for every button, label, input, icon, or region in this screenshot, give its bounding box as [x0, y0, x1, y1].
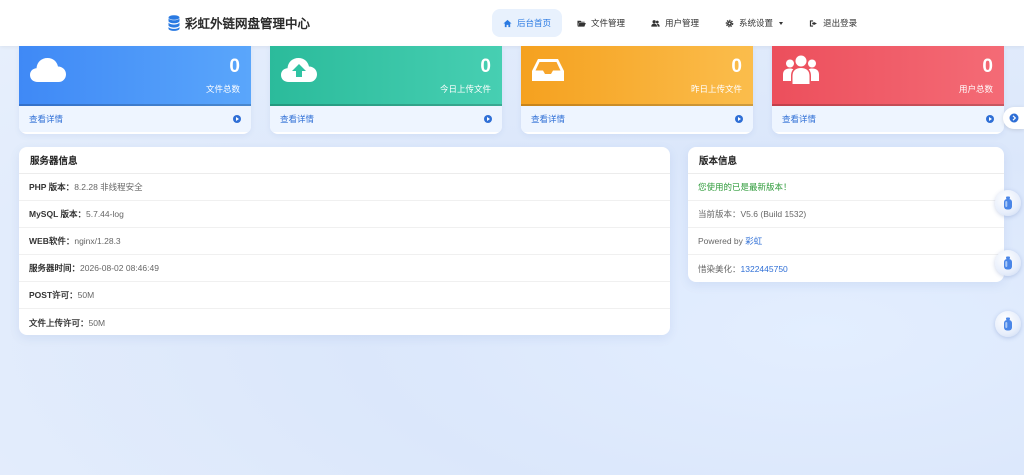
view-details-label: 查看详情: [280, 114, 315, 124]
bottle-icon: [1004, 317, 1012, 331]
info-row-post: POST许可： 50M: [19, 282, 670, 309]
powered-by-link[interactable]: 彩虹: [745, 235, 762, 247]
info-key: MySQL 版本：: [29, 209, 86, 219]
stat-card-header: 0 昨日上传文件: [521, 46, 753, 106]
side-expand-tab[interactable]: [1003, 107, 1024, 129]
view-details-label: 查看详情: [29, 114, 64, 124]
bottle-icon: [1004, 196, 1012, 210]
view-details-link[interactable]: 查看详情: [521, 106, 753, 132]
bottle-icon: [1004, 256, 1012, 270]
info-row-php: PHP 版本： 8.2.28 非线程安全: [19, 174, 670, 201]
info-key: WEB软件：: [29, 236, 75, 246]
arrow-circle-right-icon: [233, 115, 241, 123]
info-value: 2026-08-02 08:46:49: [80, 263, 159, 273]
info-key: POST许可：: [29, 290, 78, 300]
nav-item-label: 后台首页: [517, 18, 552, 28]
view-details-label: 查看详情: [782, 114, 817, 124]
float-tool-button[interactable]: [995, 250, 1021, 276]
stat-value: 0: [731, 56, 742, 77]
info-value: 8.2.28 非线程安全: [74, 182, 143, 192]
theme-credit-link[interactable]: 1322445750: [741, 264, 788, 274]
info-value: 50M: [77, 290, 95, 300]
info-value: 50M: [88, 317, 106, 328]
nav-item-home[interactable]: 后台首页: [492, 9, 563, 37]
stat-card-header: 0 用户总数: [772, 46, 1004, 106]
stat-value: 0: [480, 56, 491, 77]
chevron-right-circle-icon: [1009, 113, 1018, 123]
cloud-upload-icon: [281, 58, 317, 82]
nav-item-logout[interactable]: 退出登录: [798, 9, 868, 37]
stat-card-header: 0 文件总数: [19, 46, 251, 106]
info-row-mysql: MySQL 版本： 5.7.44-log: [19, 201, 670, 228]
stat-value: 0: [229, 56, 240, 77]
current-version-value: V5.6 (Build 1532): [740, 209, 807, 219]
view-details-link[interactable]: 查看详情: [270, 106, 502, 132]
view-details-link[interactable]: 查看详情: [19, 106, 251, 132]
info-row-web: WEB软件： nginx/1.28.3: [19, 228, 670, 255]
cloud-icon: [30, 58, 66, 82]
powered-by-label: Powered by: [698, 236, 746, 246]
info-row-upload: 文件上传许可： 50M: [19, 309, 670, 335]
top-navbar: 彩虹外链网盘管理中心 后台首页 文件管理 用户管理 系统设置 退出登录: [0, 0, 1024, 46]
nav-item-label: 系统设置: [739, 18, 774, 28]
stat-label: 今日上传文件: [439, 84, 491, 94]
sign-out-icon: [809, 19, 817, 27]
float-tool-button[interactable]: [995, 311, 1021, 337]
info-value: nginx/1.28.3: [74, 236, 121, 246]
stat-value: 0: [982, 56, 993, 77]
info-key: 文件上传许可：: [29, 317, 89, 328]
nav-item-files[interactable]: 文件管理: [566, 9, 636, 37]
folder-open-icon: [577, 20, 586, 27]
arrow-circle-right-icon: [735, 115, 743, 123]
nav-item-label: 退出登录: [823, 18, 858, 28]
brand-title: 彩虹外链网盘管理中心: [185, 17, 311, 31]
brand[interactable]: 彩虹外链网盘管理中心: [168, 13, 310, 32]
arrow-circle-right-icon: [986, 115, 994, 123]
version-latest-row: 您使用的已是最新版本！: [688, 174, 1004, 201]
stat-label: 文件总数: [205, 84, 240, 94]
latest-version-message: 您使用的已是最新版本！: [698, 182, 792, 192]
stat-label: 昨日上传文件: [690, 84, 742, 94]
nav-item-users[interactable]: 用户管理: [640, 9, 710, 37]
stat-label: 用户总数: [958, 84, 993, 94]
server-info-panel: 服务器信息 PHP 版本： 8.2.28 非线程安全 MySQL 版本： 5.7…: [19, 147, 670, 335]
view-details-label: 查看详情: [531, 114, 566, 124]
theme-credit-row: 惜染美化： 1322445750: [688, 255, 1004, 282]
main-nav: 后台首页 文件管理 用户管理 系统设置 退出登录: [492, 9, 872, 37]
current-version-label: 当前版本：: [698, 209, 741, 219]
info-key: 服务器时间：: [29, 263, 81, 273]
panel-title: 版本信息: [688, 147, 1004, 174]
users-icon: [651, 19, 660, 27]
chevron-down-icon: [779, 21, 784, 25]
nav-item-label: 用户管理: [665, 18, 700, 28]
nav-item-settings[interactable]: 系统设置: [714, 9, 794, 37]
stat-card-users: 0 用户总数 查看详情: [772, 46, 1004, 134]
version-current-row: 当前版本： V5.6 (Build 1532): [688, 201, 1004, 228]
info-row-time: 服务器时间： 2026-08-02 08:46:49: [19, 255, 670, 282]
panel-title: 服务器信息: [19, 147, 670, 174]
info-key: PHP 版本：: [29, 182, 75, 192]
inbox-icon: [532, 59, 564, 81]
float-tool-button[interactable]: [995, 190, 1021, 216]
view-details-link[interactable]: 查看详情: [772, 106, 1004, 132]
version-info-panel: 版本信息 您使用的已是最新版本！ 当前版本： V5.6 (Build 1532)…: [688, 147, 1004, 282]
powered-by-row: Powered by 彩虹: [688, 228, 1004, 255]
stat-card-yesterday-uploads: 0 昨日上传文件 查看详情: [521, 46, 753, 134]
theme-credit-label: 惜染美化：: [698, 263, 741, 274]
stat-card-today-uploads: 0 今日上传文件 查看详情: [270, 46, 502, 134]
stat-card-header: 0 今日上传文件: [270, 46, 502, 106]
home-icon: [503, 19, 512, 27]
gear-icon: [725, 19, 734, 27]
database-icon: [168, 14, 180, 31]
users-icon: [783, 55, 819, 84]
arrow-circle-right-icon: [484, 115, 492, 123]
nav-item-label: 文件管理: [591, 18, 626, 28]
stat-card-files: 0 文件总数 查看详情: [19, 46, 251, 134]
info-value: 5.7.44-log: [86, 209, 124, 219]
